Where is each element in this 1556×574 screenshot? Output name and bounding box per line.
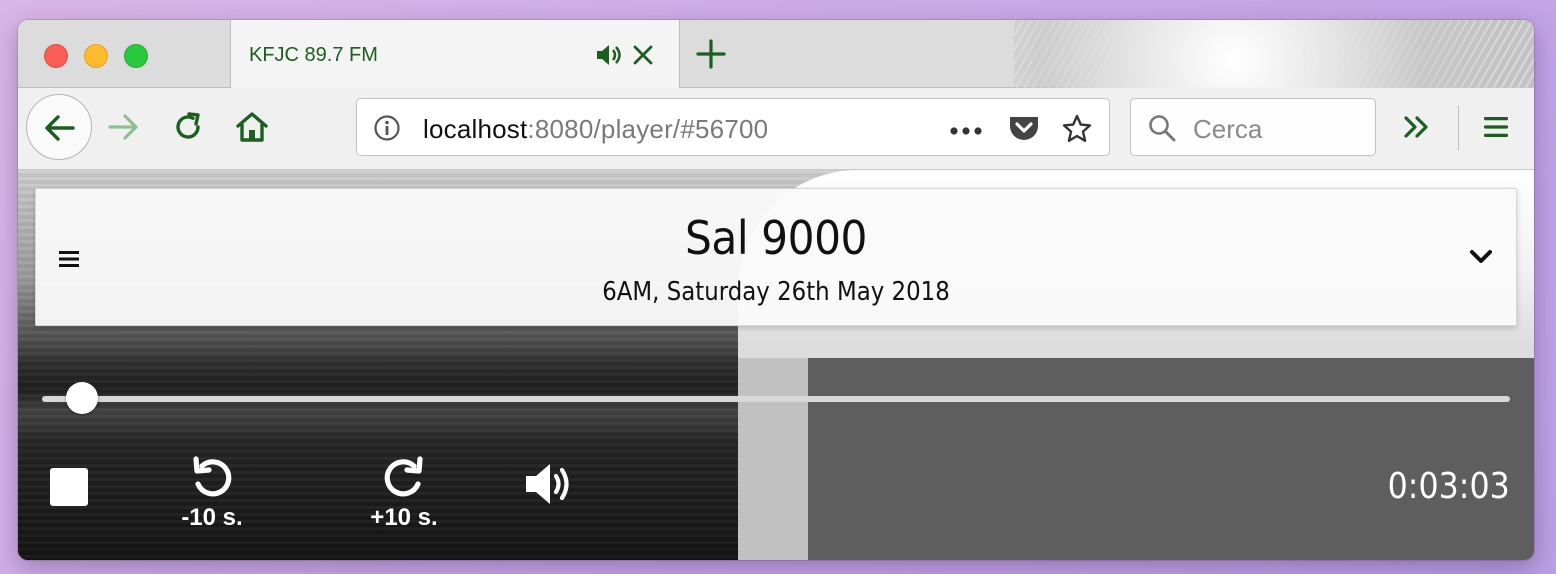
close-icon[interactable] — [631, 43, 655, 72]
home-icon[interactable] — [234, 109, 270, 150]
info-icon[interactable] — [373, 114, 401, 147]
url-path: :8080/player/#56700 — [527, 114, 769, 144]
rewind-10-button[interactable]: -10 s. — [167, 454, 257, 534]
seek-slider-handle[interactable] — [65, 382, 98, 414]
url-text[interactable]: localhost:8080/player/#56700 — [423, 114, 768, 145]
forward-10-button[interactable]: +10 s. — [359, 454, 449, 534]
rewind-label: -10 s. — [181, 504, 243, 531]
bookmark-star-icon[interactable] — [1061, 113, 1093, 150]
browser-window: KFJC 89.7 FM localhost:8080/player/#5670… — [18, 20, 1534, 560]
plus-icon[interactable] — [694, 37, 728, 76]
speaker-icon[interactable] — [595, 43, 623, 72]
show-datetime: 6AM, Saturday 26th May 2018 — [602, 277, 950, 307]
url-host: localhost — [423, 114, 528, 144]
page-content: Sal 9000 6AM, Saturday 26th May 2018 -10… — [18, 170, 1534, 560]
arrow-right-icon[interactable] — [106, 110, 140, 149]
elapsed-time: 0:03:03 — [1387, 466, 1510, 507]
page-actions-icon[interactable] — [949, 123, 983, 141]
url-bar[interactable]: localhost:8080/player/#56700 — [356, 98, 1110, 156]
toolbar-separator — [1458, 106, 1459, 150]
show-header: Sal 9000 6AM, Saturday 26th May 2018 — [35, 188, 1517, 326]
seek-slider[interactable] — [42, 396, 1510, 402]
rewind-icon — [193, 456, 232, 497]
navigation-bar: localhost:8080/player/#56700 Cerca — [18, 88, 1534, 170]
search-icon — [1147, 113, 1177, 148]
show-title: Sal 9000 — [684, 211, 868, 265]
reload-icon[interactable] — [171, 110, 205, 149]
tab-bar: KFJC 89.7 FM — [18, 20, 1534, 170]
hamburger-menu-icon[interactable] — [58, 249, 82, 274]
arrow-left-icon — [45, 115, 75, 141]
stop-button[interactable] — [50, 468, 88, 506]
search-bar[interactable]: Cerca — [1130, 98, 1376, 156]
tab-kfjc[interactable]: KFJC 89.7 FM — [230, 20, 680, 88]
pocket-icon[interactable] — [1007, 113, 1041, 148]
overflow-chevrons-icon[interactable] — [1402, 114, 1432, 145]
menu-icon[interactable] — [1482, 114, 1510, 145]
back-button[interactable] — [26, 94, 92, 160]
close-window-button[interactable] — [44, 44, 68, 68]
forward-icon — [384, 456, 423, 497]
tab-title: KFJC 89.7 FM — [249, 44, 378, 66]
zoom-window-button[interactable] — [124, 44, 148, 68]
minimize-window-button[interactable] — [84, 44, 108, 68]
forward-label: +10 s. — [370, 504, 438, 531]
search-placeholder: Cerca — [1193, 114, 1263, 144]
chevron-down-icon[interactable] — [1468, 247, 1494, 272]
volume-icon[interactable] — [524, 460, 576, 513]
